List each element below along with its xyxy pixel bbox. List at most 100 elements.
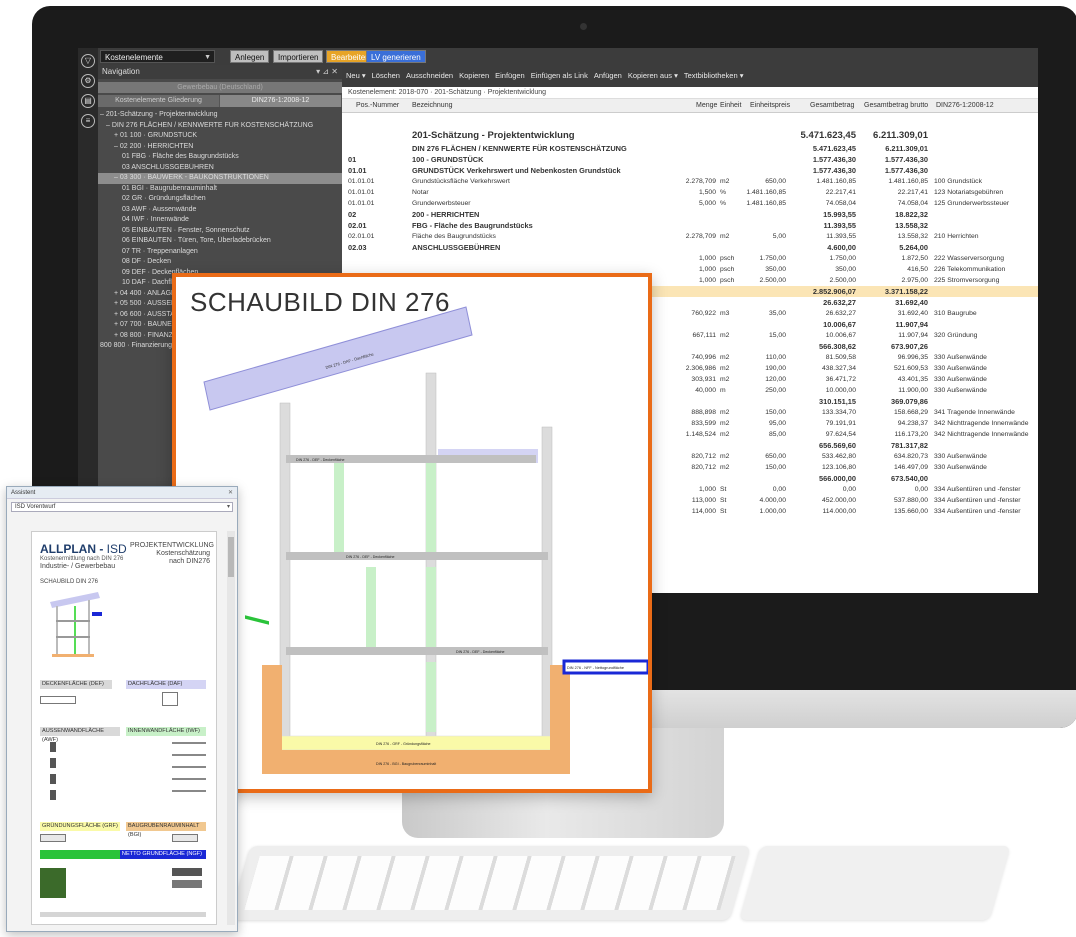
- assistant-titlebar: Assistent ✕: [7, 487, 237, 499]
- generate-lv-button[interactable]: LV generieren: [366, 50, 426, 63]
- trackpad: [739, 846, 1011, 920]
- create-button[interactable]: Anlegen: [230, 50, 270, 63]
- col-desc[interactable]: Bezeichnung: [412, 99, 452, 113]
- cell-unit: m2: [720, 365, 730, 372]
- assistant-scrollbar[interactable]: [227, 531, 235, 925]
- table-row[interactable]: 02.03 ANSCHLUSSGEBÜHREN 4.600,00 5.264,00: [342, 242, 1038, 253]
- assistant-select[interactable]: ISD Vorentwurf ▾: [11, 502, 233, 512]
- filter-icon[interactable]: ▽: [81, 54, 95, 68]
- cell-ep: 150,00: [765, 409, 786, 416]
- list-icon[interactable]: ≡: [81, 114, 95, 128]
- table-row[interactable]: 01.01.01 Grunderwerbsteuer 5,000% 1.481.160…: [342, 198, 1038, 209]
- cell-qty: 2.278,709: [685, 178, 716, 185]
- cell-din: 330 Außenwände: [934, 376, 987, 383]
- toolbar-item[interactable]: Ausschneiden: [406, 71, 453, 80]
- tree-item[interactable]: 05 EINBAUTEN · Fenster, Sonnenschutz: [98, 226, 342, 237]
- cell-pos: 01.01.01: [348, 178, 375, 185]
- toolbar-item[interactable]: Textbibliotheken ▾: [684, 71, 744, 80]
- toolbar-item[interactable]: Kopieren aus ▾: [628, 71, 678, 80]
- assistant-window: Assistent ✕ ISD Vorentwurf ▾ ALLPLAN - I…: [6, 486, 238, 932]
- col-qty[interactable]: Menge: [696, 99, 717, 113]
- cell-qty: 888,898: [691, 409, 716, 416]
- col-unit[interactable]: Einheit: [720, 99, 741, 113]
- cell-gb: 114.000,00: [822, 508, 856, 515]
- tree-item[interactable]: 06 EINBAUTEN · Türen, Tore, Überladebrüc…: [98, 236, 342, 247]
- cell-unit: St: [720, 486, 727, 493]
- cell-gb: 0,00: [842, 486, 856, 493]
- table-row[interactable]: 01.01.01 Grundstücksfläche Verkehrswert 2.…: [342, 176, 1038, 187]
- toolbar-item[interactable]: Löschen: [372, 71, 400, 80]
- col-total[interactable]: Gesamtbetrag: [810, 99, 854, 113]
- toolbar-item[interactable]: Einfügen als Link: [531, 71, 588, 80]
- tree-item[interactable]: 03 ANSCHLUSSGEBÜHREN: [98, 163, 342, 174]
- small-schaubild-title: SCHAUBILD DIN 276: [40, 579, 99, 585]
- tree-item[interactable]: 01 FBG · Fläche des Baugrundstücks: [98, 152, 342, 163]
- cell-unit: m2: [720, 178, 730, 185]
- cell-ep: 190,00: [765, 365, 786, 372]
- tab-din276[interactable]: DIN276-1:2008-12: [220, 95, 342, 107]
- label-bgi: DIN 276 - BGI - Baugrubenrauminhalt: [376, 762, 436, 766]
- cell-ep: 85,00: [768, 431, 786, 438]
- tree-item[interactable]: – 02 200 · HERRICHTEN: [98, 142, 342, 153]
- label-def-1: DIN 276 - DEF - Deckenfläche: [296, 458, 345, 462]
- toolbar-item[interactable]: Anfügen: [594, 71, 622, 80]
- panel-controls[interactable]: ▾ ⊿ ✕: [316, 65, 338, 79]
- settings-icon[interactable]: ⚙: [81, 74, 95, 88]
- cell-din: 334 Außentüren und -fenster: [934, 508, 1021, 515]
- table-row[interactable]: DIN 276 FLÄCHEN / KENNWERTE FÜR KOSTENSC…: [342, 143, 1038, 154]
- tree-item[interactable]: 01 BGI · Baugrubenrauminhalt: [98, 184, 342, 195]
- cell-gbb: 1.481.160,85: [888, 178, 928, 185]
- cell-gb: 656.569,60: [819, 441, 856, 450]
- col-din[interactable]: DIN276-1:2008-12: [936, 99, 994, 113]
- cell-gbb: 13.558,32: [897, 233, 928, 240]
- close-icon[interactable]: ✕: [228, 487, 233, 499]
- cell-qty: 2.278,709: [685, 233, 716, 240]
- table-row[interactable]: 02 200 - HERRICHTEN 15.993,55 18.822,32: [342, 209, 1038, 220]
- cell-qty: 1,000: [698, 266, 716, 273]
- tree-item[interactable]: 04 IWF · Innenwände: [98, 215, 342, 226]
- tree-item[interactable]: + 01 100 · GRUNDSTÜCK: [98, 131, 342, 142]
- import-button[interactable]: Importieren: [273, 50, 324, 63]
- table-row[interactable]: 02.01.01 Fläche des Baugrundstücks 2.278,7…: [342, 231, 1038, 242]
- table-row[interactable]: 01.01 GRUNDSTÜCK Verkehrswert und Nebenko…: [342, 165, 1038, 176]
- tree-item[interactable]: 08 DF · Decken: [98, 257, 342, 268]
- table-row[interactable]: 01.01.01 Notar 1,500% 1.481.160,85 22.217,41…: [342, 187, 1038, 198]
- toolbar-item[interactable]: Neu ▾: [346, 71, 366, 80]
- table-row[interactable]: 201-Schätzung - Projektentwicklung 5.471.…: [342, 128, 1038, 143]
- cell-gb: 5.471.623,45: [812, 144, 856, 153]
- navigation-title: Navigation ▾ ⊿ ✕: [98, 65, 342, 79]
- document-icon[interactable]: ▤: [81, 94, 95, 108]
- cell-din: 100 Grundstück: [934, 178, 982, 185]
- table-row[interactable]: 02.01 FBG - Fläche des Baugrundstücks 11.3…: [342, 220, 1038, 231]
- cell-desc: 201-Schätzung - Projektentwicklung: [412, 130, 575, 141]
- cell-qty: 820,712: [691, 453, 716, 460]
- cell-pos: 02.01: [348, 221, 367, 230]
- tree-item[interactable]: – 03 300 · BAUWERK - BAUKONSTRUKTIONEN: [98, 173, 342, 184]
- tree-item[interactable]: – 201-Schätzung - Projektentwicklung: [98, 110, 342, 121]
- table-row[interactable]: 01 100 - GRUNDSTÜCK 1.577.436,30 1.577.436,…: [342, 154, 1038, 165]
- cell-ep: 110,00: [765, 354, 786, 361]
- cell-ep: 1.000,00: [759, 508, 786, 515]
- col-unitprice[interactable]: Einheitspreis: [750, 99, 790, 113]
- toolbar-item[interactable]: Kopieren: [459, 71, 489, 80]
- tree-item[interactable]: 02 GR · Gründungsflächen: [98, 194, 342, 205]
- cell-gb: 5.471.623,45: [800, 130, 856, 141]
- element-type-select[interactable]: Kostenelemente ▼: [100, 50, 215, 63]
- col-pos[interactable]: Pos.-Nummer: [356, 99, 399, 113]
- cell-din: 334 Außentüren und -fenster: [934, 486, 1021, 493]
- cell-gb: 566.308,62: [819, 342, 856, 351]
- cell-gbb: 22.217,41: [897, 189, 928, 196]
- project-group[interactable]: Gewerbebau (Deutschland): [98, 82, 342, 93]
- cell-gb: 10.000,00: [825, 387, 856, 394]
- tab-gliederung[interactable]: Kostenelemente Gliederung: [98, 95, 220, 107]
- stage: ▽ ⚙ ▤ ≡ Kostenelemente ▼ Anlegen Importi…: [0, 0, 1076, 937]
- cell-ep: 0,00: [772, 486, 786, 493]
- col-total-gross[interactable]: Gesamtbetrag brutto: [864, 99, 928, 113]
- cell-unit: St: [720, 508, 727, 515]
- cell-din: 330 Außenwände: [934, 387, 987, 394]
- tree-item[interactable]: 03 AWF · Aussenwände: [98, 205, 342, 216]
- tree-item[interactable]: – DIN 276 FLÄCHEN / KENNWERTE FÜR KOSTEN…: [98, 121, 342, 132]
- toolbar-item[interactable]: Einfügen: [495, 71, 525, 80]
- table-row[interactable]: 1,000 psch 1.750,00 1.750,00 1.872,50 222 Was…: [342, 253, 1038, 264]
- tree-item[interactable]: 07 TR · Treppenanlagen: [98, 247, 342, 258]
